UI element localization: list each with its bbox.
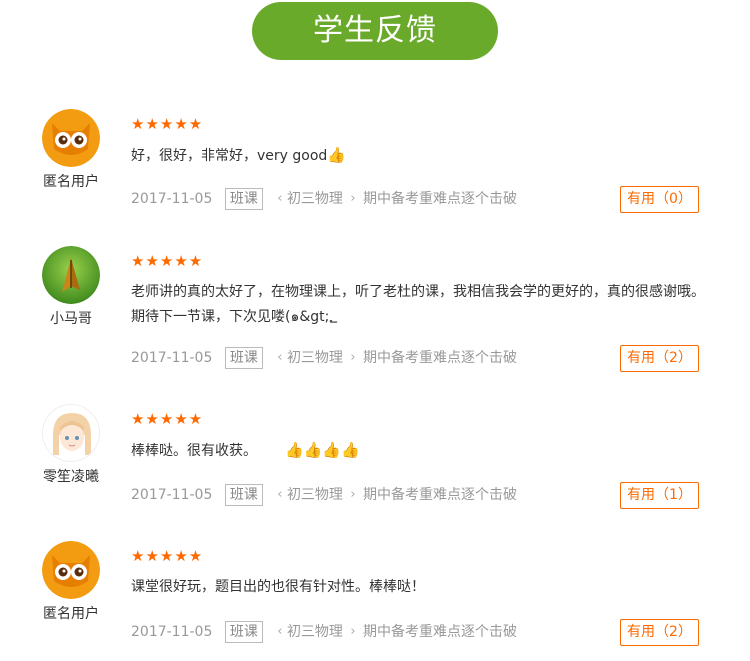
butterfly-avatar-icon [42,246,100,304]
chevron-left-icon: ‹ [277,191,283,206]
page-title: 学生反馈 [252,2,498,60]
class-type-tag: 班课 [224,484,263,506]
review-comment: 好，很好，非常好，very good👍 [131,143,711,169]
rating-stars: ★★★★★ [131,115,204,133]
course-link[interactable]: 初三物理 [287,346,343,370]
chevron-left-icon: ‹ [277,624,283,639]
chevron-right-icon: › [350,350,356,365]
anime-girl-avatar-icon [42,404,100,462]
review-item: 小马哥 ★★★★★ 老师讲的真的太好了，在物理课上，听了老杜的课，我相信我会学的… [0,246,750,386]
class-type-tag: 班课 [224,621,263,643]
username: 零笙凌曦 [43,469,99,485]
username: 小马哥 [50,311,92,327]
rating-stars: ★★★★★ [131,252,204,270]
chevron-right-icon: › [350,191,356,206]
rating-stars: ★★★★★ [131,410,204,428]
lesson-link[interactable]: 期中备考重难点逐个击破 [363,620,517,644]
thumbs-up-icon: 👍 [327,146,346,164]
comment-text: 老师讲的真的太好了，在物理课上，听了老杜的课，我相信我会学的更好的，真的很感谢哦… [131,284,705,325]
header: 学生反馈 [0,0,750,70]
course-link[interactable]: 初三物理 [287,187,343,211]
review-item: 零笙凌曦 ★★★★★ 棒棒哒。很有收获。 👍👍👍👍 2017-11-05 班课 ‹… [0,404,750,544]
class-type-tag: 班课 [224,188,263,210]
lesson-link[interactable]: 期中备考重难点逐个击破 [363,187,517,211]
review-date: 2017-11-05 [131,487,213,503]
review-meta: 2017-11-05 班课 ‹ 初三物理 › 期中备考重难点逐个击破 [131,620,517,644]
review-item: 匿名用户 ★★★★★ 好，很好，非常好，very good👍 2017-11-0… [0,109,750,249]
comment-text: 好，很好，非常好，very good [131,148,328,164]
review-date: 2017-11-05 [131,191,213,207]
review-comment: 课堂很好玩，题目出的也很有针对性。棒棒哒！ [131,575,711,600]
useful-button[interactable]: 有用（2） [620,619,699,646]
useful-button[interactable]: 有用（0） [620,186,699,213]
username: 匿名用户 [43,606,99,622]
review-comment: 老师讲的真的太好了，在物理课上，听了老杜的课，我相信我会学的更好的，真的很感谢哦… [131,280,711,330]
review-meta: 2017-11-05 班课 ‹ 初三物理 › 期中备考重难点逐个击破 [131,483,517,507]
chevron-right-icon: › [350,624,356,639]
review-date: 2017-11-05 [131,624,213,640]
class-type-tag: 班课 [224,347,263,369]
review-comment: 棒棒哒。很有收获。 👍👍👍👍 [131,438,711,464]
username: 匿名用户 [43,174,99,190]
chevron-left-icon: ‹ [277,487,283,502]
thumbs-up-icon: 👍👍👍👍 [285,441,360,459]
chevron-left-icon: ‹ [277,350,283,365]
review-item: 匿名用户 ★★★★★ 课堂很好玩，题目出的也很有针对性。棒棒哒！ 2017-11… [0,541,750,661]
comment-text: 棒棒哒。很有收获。 [131,443,257,459]
course-link[interactable]: 初三物理 [287,483,343,507]
rating-stars: ★★★★★ [131,547,204,565]
useful-button[interactable]: 有用（1） [620,482,699,509]
review-meta: 2017-11-05 班课 ‹ 初三物理 › 期中备考重难点逐个击破 [131,187,517,211]
owl-avatar-icon [42,109,100,167]
lesson-link[interactable]: 期中备考重难点逐个击破 [363,483,517,507]
comment-text: 课堂很好玩，题目出的也很有针对性。棒棒哒！ [131,579,425,595]
useful-button[interactable]: 有用（2） [620,345,699,372]
review-date: 2017-11-05 [131,350,213,366]
lesson-link[interactable]: 期中备考重难点逐个击破 [363,346,517,370]
course-link[interactable]: 初三物理 [287,620,343,644]
chevron-right-icon: › [350,487,356,502]
owl-avatar-icon [42,541,100,599]
review-meta: 2017-11-05 班课 ‹ 初三物理 › 期中备考重难点逐个击破 [131,346,517,370]
